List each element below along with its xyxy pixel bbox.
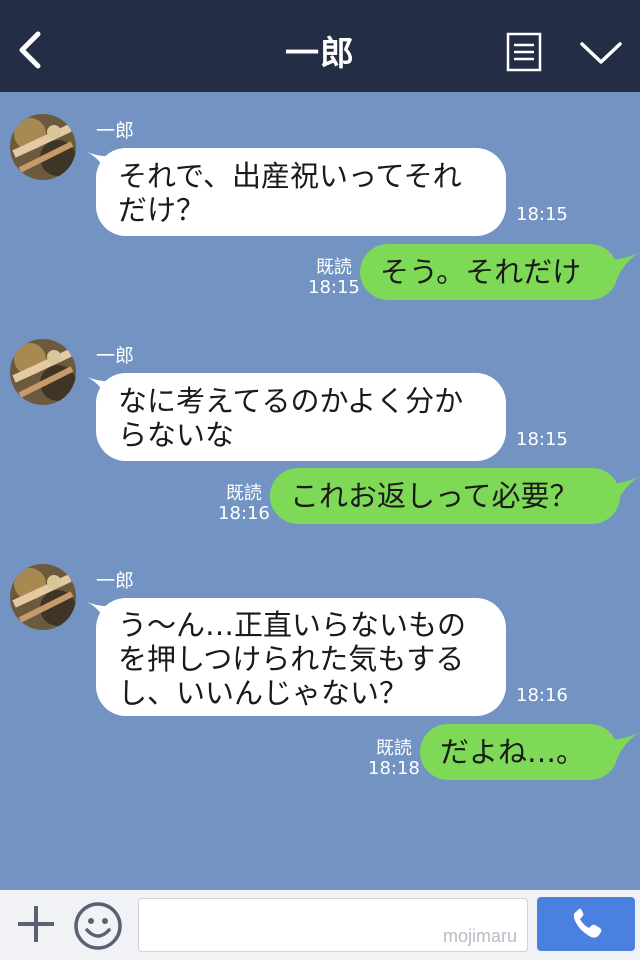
message-time: 18:18 xyxy=(368,758,420,779)
message-time: 18:15 xyxy=(308,277,360,298)
avatar[interactable] xyxy=(10,114,76,180)
call-button[interactable] xyxy=(537,897,635,951)
chat-area[interactable]: 一郎 それで、出産祝いってそれ だけ？ 18:15 既読 18:15 そう。それ… xyxy=(0,92,640,890)
message-time: 18:15 xyxy=(516,204,568,225)
message-time: 18:16 xyxy=(516,685,568,706)
message-time: 18:15 xyxy=(516,429,568,450)
message-line: それで、出産祝いってそれ xyxy=(118,159,462,193)
message-line: らないな xyxy=(118,418,235,452)
message-bubble-incoming[interactable]: それで、出産祝いってそれ だけ？ xyxy=(96,148,506,236)
message-bubble-outgoing[interactable]: だよね…。 xyxy=(420,724,618,780)
message-bubble-outgoing[interactable]: そう。それだけ xyxy=(360,244,618,300)
message-line: う～ん…正直いらないもの xyxy=(118,608,467,642)
message-line: し、いいんじゃない？ xyxy=(118,676,409,710)
message-line: を押しつけられた気もする xyxy=(118,642,465,676)
message-input[interactable]: mojimaru xyxy=(138,898,528,952)
message-line: だよね…。 xyxy=(440,735,586,769)
chat-title: 一郎 xyxy=(285,34,355,74)
add-attachment-button[interactable] xyxy=(14,902,58,946)
chat-header: 一郎 xyxy=(0,0,640,92)
message-bubble-outgoing[interactable]: これお返しって必要？ xyxy=(270,468,620,524)
chevron-down-icon xyxy=(580,42,622,64)
read-receipt: 既読 xyxy=(375,738,412,759)
message-bubble-incoming[interactable]: なに考えてるのかよく分か らないな xyxy=(96,373,506,461)
menu-list-icon xyxy=(506,32,542,72)
message-meta: 既読 18:16 xyxy=(218,484,270,524)
phone-icon xyxy=(573,908,602,938)
smiley-icon xyxy=(74,902,122,950)
message-meta: 既読 18:18 xyxy=(368,739,420,779)
sender-name: 一郎 xyxy=(96,345,135,367)
sender-name: 一郎 xyxy=(96,570,135,592)
watermark: mojimaru xyxy=(442,926,517,946)
avatar[interactable] xyxy=(10,339,76,405)
message-line: そう。それだけ xyxy=(380,255,582,289)
input-bar: mojimaru xyxy=(0,890,640,960)
sticker-button[interactable] xyxy=(72,900,124,952)
message-line: だけ？ xyxy=(118,193,206,227)
expand-button[interactable] xyxy=(578,38,624,68)
message-meta: 既読 18:15 xyxy=(308,258,360,298)
read-receipt: 既読 xyxy=(315,257,352,278)
plus-icon xyxy=(18,906,54,942)
sender-name: 一郎 xyxy=(96,120,135,142)
message-line: これお返しって必要？ xyxy=(290,479,579,513)
menu-button[interactable] xyxy=(506,32,542,72)
message-bubble-incoming[interactable]: う～ん…正直いらないもの を押しつけられた気もする し、いいんじゃない？ xyxy=(96,598,506,716)
message-line: なに考えてるのかよく分か xyxy=(118,384,464,418)
read-receipt: 既読 xyxy=(225,483,262,504)
message-time: 18:16 xyxy=(218,503,270,524)
avatar[interactable] xyxy=(10,564,76,630)
